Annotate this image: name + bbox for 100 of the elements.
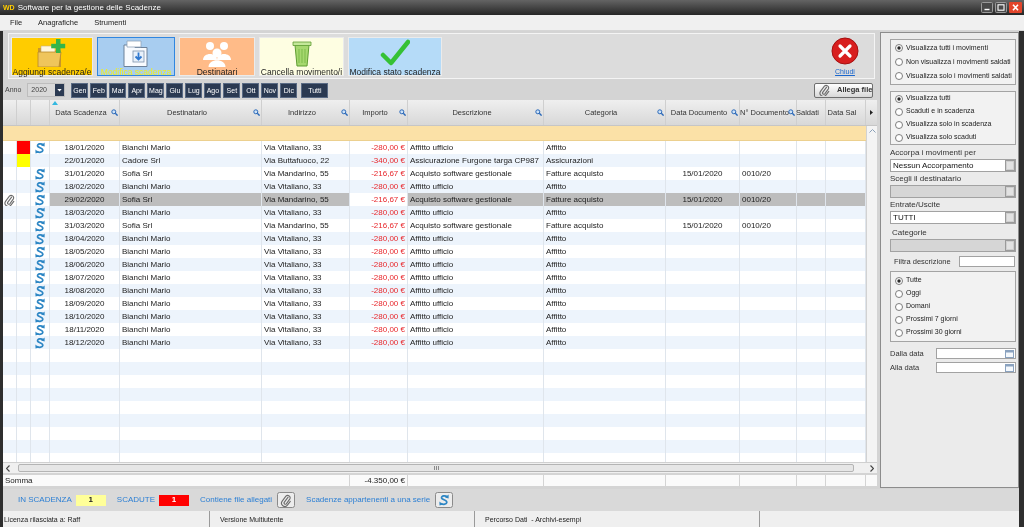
table-cell: 0010/20 <box>740 193 797 206</box>
description-filter-field[interactable] <box>959 256 1015 267</box>
radio-button[interactable] <box>895 302 903 311</box>
table-cell: -280,00 € <box>350 245 408 258</box>
radio-button[interactable] <box>895 58 903 66</box>
table-cell: 18/01/2020 <box>50 141 120 154</box>
dropdown[interactable]: Nessun Accorpamento <box>890 159 1016 172</box>
calendar-icon[interactable] <box>1005 363 1014 372</box>
square-handle-icon[interactable] <box>1005 212 1015 223</box>
table-cell: -280,00 € <box>350 232 408 245</box>
search-icon[interactable] <box>341 109 348 116</box>
table-cell: Affitto <box>544 206 666 219</box>
table-cell: 18/06/2020 <box>50 258 120 271</box>
field-label: Entrate/Uscite <box>890 200 942 210</box>
scrollbar-thumb[interactable] <box>18 464 854 472</box>
table-cell: Sofia Srl <box>120 193 262 206</box>
field-label: Scegli il destinatario <box>890 174 963 184</box>
table-cell: Affitto <box>544 310 666 323</box>
radio-button[interactable] <box>895 94 903 103</box>
radio-button[interactable] <box>895 315 903 324</box>
date-field[interactable] <box>936 362 1016 373</box>
table-cell: Affitto <box>544 271 666 284</box>
table-cell: -216,67 € <box>350 219 408 232</box>
table-cell: -280,00 € <box>350 297 408 310</box>
table-cell: Assicurazioni <box>544 154 666 167</box>
scroll-left-icon[interactable] <box>6 464 10 472</box>
table-cell: Via Mandarino, 55 <box>262 219 350 232</box>
radio-button[interactable] <box>895 276 903 285</box>
table-cell: 29/02/2020 <box>50 193 120 206</box>
square-handle-icon[interactable] <box>1005 160 1015 171</box>
table-cell: 18/11/2020 <box>50 323 120 336</box>
table-cell: Affitto ufficio <box>408 245 544 258</box>
table-cell: Fatture acquisto <box>544 167 666 180</box>
table-cell: Via Vitaliano, 33 <box>262 245 350 258</box>
table-cell: -280,00 € <box>350 310 408 323</box>
toolbar-button[interactable]: Aggiungi scadenza/e <box>11 36 93 76</box>
table-cell: Sofia Srl <box>120 219 262 232</box>
radio-button[interactable] <box>895 107 903 116</box>
table-cell: 18/07/2020 <box>50 271 120 284</box>
search-icon[interactable] <box>657 109 664 116</box>
table-cell: Via Mandarino, 55 <box>262 193 350 206</box>
radio-button[interactable] <box>895 44 903 52</box>
table-cell: Sofia Srl <box>120 167 262 180</box>
search-icon[interactable] <box>111 109 118 116</box>
radio-button[interactable] <box>895 133 903 142</box>
minimize-icon[interactable] <box>981 2 993 13</box>
table-cell: -280,00 € <box>350 271 408 284</box>
scroll-right-icon[interactable] <box>870 464 874 472</box>
table-cell: Affitto ufficio <box>408 323 544 336</box>
horizontal-scrollbar[interactable] <box>3 462 877 473</box>
table-cell: 18/05/2020 <box>50 245 120 258</box>
table-cell: Affitto ufficio <box>408 284 544 297</box>
vertical-scrollbar[interactable] <box>866 126 877 462</box>
table-cell: Affitto ufficio <box>408 297 544 310</box>
table-cell: Via Vitaliano, 33 <box>262 297 350 310</box>
table-cell: Bianchi Mario <box>120 310 262 323</box>
dropdown[interactable]: TUTTI <box>890 211 1016 224</box>
close-icon[interactable] <box>831 36 859 65</box>
search-icon[interactable] <box>731 109 738 116</box>
table-cell: 18/12/2020 <box>50 336 120 349</box>
search-icon[interactable] <box>399 109 406 116</box>
count-badge: 1 <box>159 494 190 506</box>
table-cell: Via Vitaliano, 33 <box>262 206 350 219</box>
toolbar-button[interactable]: Destinatari <box>179 36 255 76</box>
radio-button[interactable] <box>895 289 903 298</box>
scroll-up-icon[interactable] <box>868 129 876 133</box>
radio-button[interactable] <box>895 72 903 80</box>
table-cell: Affitto <box>544 141 666 154</box>
table-cell: 0010/20 <box>740 219 797 232</box>
table-cell: 15/01/2020 <box>666 167 740 180</box>
close-icon[interactable] <box>1009 2 1022 13</box>
caret-right-icon[interactable] <box>870 110 873 115</box>
table-cell: Via Mandarino, 55 <box>262 167 350 180</box>
table-cell: Affitto <box>544 232 666 245</box>
table-cell: Affitto <box>544 323 666 336</box>
legend-label: Scadenze appartenenti a una serie <box>306 495 431 505</box>
table-cell: -280,00 € <box>350 323 408 336</box>
calendar-icon[interactable] <box>1005 349 1014 358</box>
field-label: Categorie <box>892 228 928 238</box>
table-cell: Via Vitaliano, 33 <box>262 323 350 336</box>
table-cell: Bianchi Mario <box>120 323 262 336</box>
radio-button[interactable] <box>895 120 903 129</box>
toolbar-button[interactable]: Modifica stato scadenza <box>348 36 442 76</box>
table-cell: -216,67 € <box>350 167 408 180</box>
table-cell: Via Vitaliano, 33 <box>262 284 350 297</box>
table-cell: Fatture acquisto <box>544 193 666 206</box>
checkmark-icon <box>380 38 410 67</box>
table-cell: Affitto ufficio <box>408 336 544 349</box>
maximize-icon[interactable] <box>995 2 1007 13</box>
table-cell: Bianchi Mario <box>120 206 262 219</box>
search-icon[interactable] <box>535 109 542 116</box>
radio-button[interactable] <box>895 328 903 337</box>
date-field[interactable] <box>936 348 1016 359</box>
table-cell: -340,00 € <box>350 154 408 167</box>
toolbar-button[interactable]: Cancella movimento/i <box>259 36 344 76</box>
search-icon[interactable] <box>788 109 795 116</box>
table-cell: -280,00 € <box>350 284 408 297</box>
search-icon[interactable] <box>253 109 260 116</box>
table-cell: Bianchi Mario <box>120 284 262 297</box>
table-cell: 31/03/2020 <box>50 219 120 232</box>
